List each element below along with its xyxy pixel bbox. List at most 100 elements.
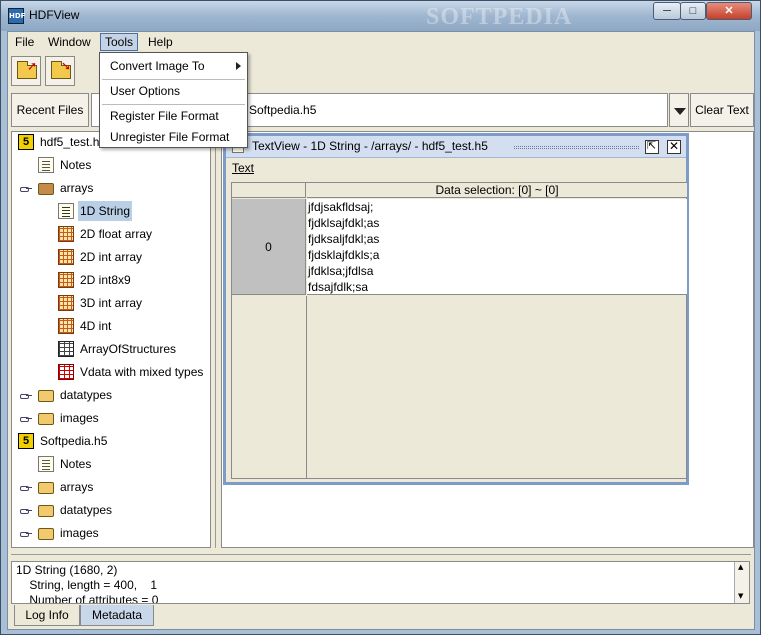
clear-text-button[interactable]: Clear Text <box>690 93 754 127</box>
expand-handle-icon[interactable] <box>20 484 32 491</box>
tab-metadata[interactable]: Metadata <box>80 605 154 626</box>
text-dataset-icon <box>58 203 74 219</box>
tree-node-label: 4D int <box>80 319 112 333</box>
cell-line: fdsajfdlk;sa <box>308 280 369 294</box>
expand-handle-icon[interactable] <box>20 530 32 537</box>
recent-files-button[interactable]: Recent Files <box>11 93 89 127</box>
expand-handle-icon[interactable] <box>20 185 32 192</box>
tree-node-label: Notes <box>60 158 92 172</box>
data-table: Data selection: [0] ~ [0] 0 jfdjsakfldsa… <box>231 182 687 479</box>
table-corner <box>232 183 306 198</box>
tree-node-label: Softpedia.h5 <box>40 434 108 448</box>
open-file-button[interactable]: ➚ <box>11 56 41 86</box>
menu-text[interactable]: Text <box>232 161 254 175</box>
bottom-tabs: Log Info Metadata <box>11 605 750 627</box>
menu-item-register-format[interactable]: Register File Format <box>100 105 247 127</box>
cell-line: jfdklsa;jfdlsa <box>308 264 374 278</box>
tree-node-label: 1D String <box>78 201 133 221</box>
menu-item-label: Register File Format <box>110 109 219 123</box>
grid-dataset-icon <box>58 249 74 265</box>
notes-icon <box>38 157 54 173</box>
menu-window[interactable]: Window <box>44 33 95 51</box>
tree-node-label: arrays <box>60 181 94 195</box>
textview-title: TextView - 1D String - /arrays/ - hdf5_t… <box>252 139 488 153</box>
table-cell[interactable]: jfdjsakfldsaj; fjdklsajfdkl;as fjdksaljf… <box>307 199 687 295</box>
menu-item-label: User Options <box>110 84 181 98</box>
tree-node-label: images <box>60 411 99 425</box>
expand-handle-icon[interactable] <box>20 415 32 422</box>
cell-line: jfdjsakfldsaj; <box>308 200 374 214</box>
menu-bar: File Window Tools Help <box>8 32 754 52</box>
grid-dataset-icon <box>58 226 74 242</box>
submenu-arrow-icon <box>236 62 241 70</box>
hdf-icon: HDF <box>8 8 25 24</box>
maximize-button[interactable]: □ <box>680 2 706 20</box>
menu-item-convert-image[interactable]: Convert Image To <box>100 55 247 77</box>
expand-handle-icon[interactable] <box>20 507 32 514</box>
tab-log-info[interactable]: Log Info <box>14 605 80 626</box>
menu-item-unregister-format[interactable]: Unregister File Format <box>100 126 247 148</box>
grid-dataset-icon <box>58 318 74 334</box>
horizontal-splitter[interactable] <box>8 550 754 560</box>
info-line: Number of attributes = 0 <box>16 593 159 604</box>
info-panel[interactable]: 1D String (1680, 2) String, length = 400… <box>11 561 750 604</box>
tree-node-label: hdf5_test.h5 <box>40 135 107 149</box>
tree-node-label: Vdata with mixed types <box>80 365 204 379</box>
grid-dataset-icon <box>58 295 74 311</box>
tree-node-label: datatypes <box>60 503 113 517</box>
expand-handle-icon[interactable] <box>20 392 32 399</box>
close-icon[interactable]: ✕ <box>667 140 681 154</box>
tree-node-label: 2D float array <box>80 227 153 241</box>
tree-node-label: 3D int array <box>80 296 143 310</box>
close-arrow-icon: ➘ <box>61 59 72 73</box>
table-dataset-icon <box>58 341 74 357</box>
chevron-down-icon[interactable] <box>669 93 689 127</box>
column-header[interactable]: Data selection: [0] ~ [0] <box>307 183 687 198</box>
close-window-button[interactable]: ✕ <box>706 2 752 20</box>
tree-node-label: arrays <box>60 480 94 494</box>
folder-open-icon <box>38 183 54 195</box>
cell-line: fjdklsajfdkl;as <box>308 216 380 230</box>
textview-title-bar[interactable]: TextView - 1D String - /arrays/ - hdf5_t… <box>226 136 686 158</box>
title-bar[interactable]: HDF HDFView SOFTPEDIA ─ □ ✕ <box>1 1 760 31</box>
minimize-button[interactable]: ─ <box>653 2 681 20</box>
menu-item-label: Unregister File Format <box>110 130 230 144</box>
h5-file-icon: 5 <box>18 134 34 150</box>
folder-icon <box>38 390 54 402</box>
folder-icon <box>38 413 54 425</box>
row-header[interactable]: 0 <box>232 199 306 295</box>
tree-node-label: datatypes <box>60 388 113 402</box>
folder-icon <box>38 482 54 494</box>
tree-node-label: Notes <box>60 457 92 471</box>
cell-line: fjdksaljfdkl;as <box>308 232 380 246</box>
file-tree[interactable]: 5 hdf5_test.h5 Notes arrays 1D String 2D … <box>11 131 211 548</box>
main-window: HDF HDFView SOFTPEDIA ─ □ ✕ File Window … <box>0 0 761 635</box>
cell-line: fjdsklajfdkls;a <box>308 248 380 262</box>
grid-dataset-icon <box>58 272 74 288</box>
textview-frame: TextView - 1D String - /arrays/ - hdf5_t… <box>223 133 689 485</box>
tree-node-label: 2D int array <box>80 250 143 264</box>
tree-node-label: 2D int8x9 <box>80 273 131 287</box>
menu-help[interactable]: Help <box>144 33 177 51</box>
vertical-splitter[interactable] <box>213 131 221 548</box>
info-line: 1D String (1680, 2) <box>16 563 118 577</box>
title-grip <box>514 146 639 149</box>
menu-item-user-options[interactable]: User Options <box>100 80 247 102</box>
menu-file[interactable]: File <box>11 33 38 51</box>
maximize-icon[interactable] <box>645 139 659 154</box>
info-line: String, length = 400, 1 <box>16 578 158 592</box>
tools-menu-dropdown: Convert Image To User Options Register F… <box>99 52 248 148</box>
scrollbar[interactable] <box>734 562 749 603</box>
folder-icon <box>38 528 54 540</box>
menu-tools[interactable]: Tools <box>100 33 139 51</box>
h5-file-icon: 5 <box>18 433 34 449</box>
folder-icon <box>38 505 54 517</box>
notes-icon <box>38 456 54 472</box>
window-title: HDFView <box>29 8 80 22</box>
watermark: SOFTPEDIA <box>426 4 573 30</box>
menu-item-label: Convert Image To <box>110 59 205 73</box>
textview-menu-bar: Text <box>226 159 686 179</box>
close-file-button[interactable]: ➘ <box>45 56 75 86</box>
tree-node-label: ArrayOfStructures <box>80 342 177 356</box>
tree-node-label: images <box>60 526 99 540</box>
